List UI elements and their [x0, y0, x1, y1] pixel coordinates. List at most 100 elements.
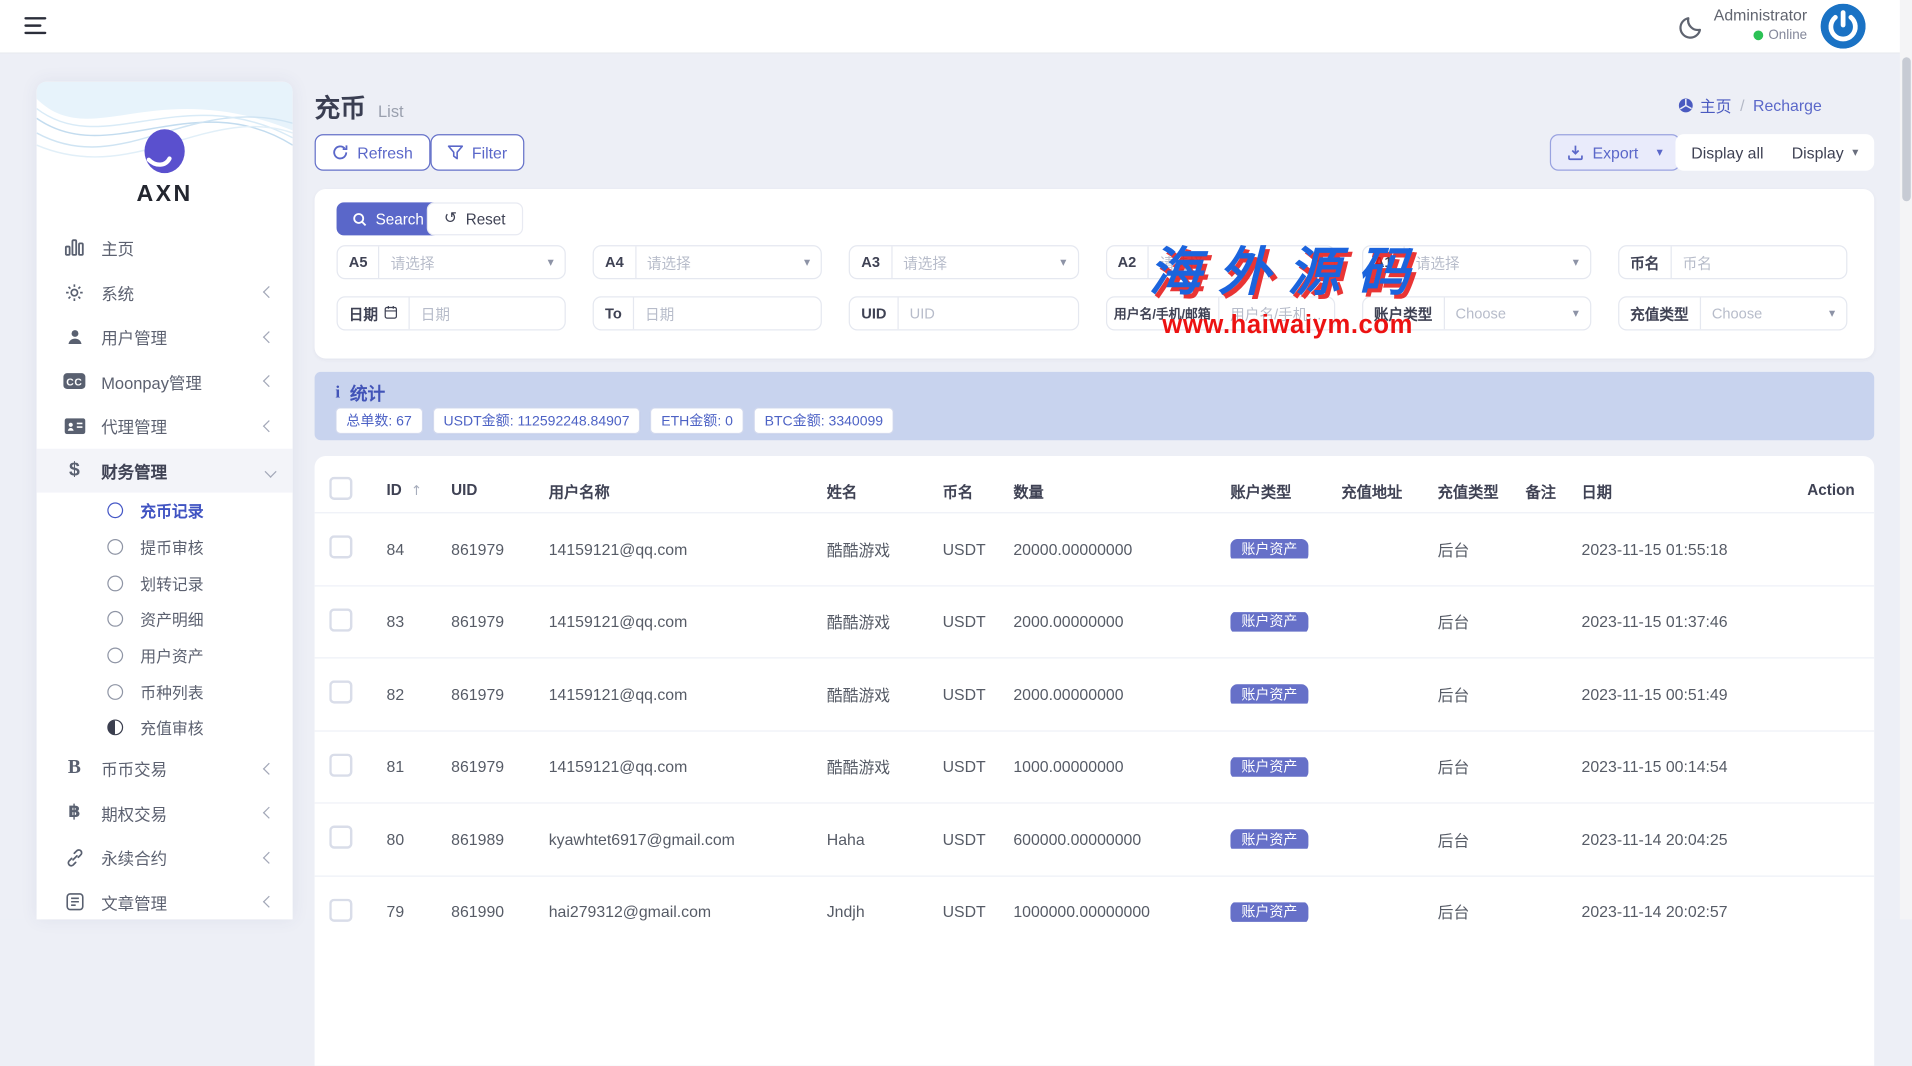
row-checkbox[interactable] [329, 826, 352, 849]
sidebar-item[interactable]: ฿ 期权交易 [37, 791, 293, 836]
sidebar-item[interactable]: 代理管理 [37, 404, 293, 449]
table-row: 80 861989 kyawhtet6917@gmail.com Haha US… [315, 802, 1875, 875]
stat-chip: 总单数: 67 [335, 407, 422, 434]
breadcrumb-current[interactable]: Recharge [1753, 96, 1822, 114]
sidebar-item[interactable]: 充币记录 [37, 493, 293, 529]
cell-name: Jndjh [827, 903, 943, 921]
stats-chips: 总单数: 67 USDT金额: 112592248.84907 ETH金额: 0… [335, 407, 894, 434]
sidebar-item[interactable]: 用户资产 [37, 637, 293, 673]
refresh-button[interactable]: Refresh [315, 134, 430, 171]
scrollbar-thumb[interactable] [1902, 57, 1911, 201]
filter-field[interactable]: 请选择 ▾ [1148, 246, 1333, 278]
chevron-down-icon: ▾ [1568, 307, 1579, 320]
row-checkbox[interactable] [329, 608, 352, 631]
cell-amount: 2000.00000000 [1013, 612, 1230, 630]
sidebar-item[interactable]: 划转记录 [37, 565, 293, 601]
row-checkbox[interactable] [329, 898, 352, 921]
column-header[interactable]: 用户名称 [549, 479, 827, 502]
column-header[interactable]: 充值类型 [1438, 479, 1526, 502]
column-header[interactable]: 数量 [1013, 479, 1230, 502]
undo-icon: ↺ [444, 210, 457, 228]
filter-label: A5 [338, 246, 380, 278]
cell-coin: USDT [943, 540, 1014, 558]
sidebar-item-icon [63, 239, 85, 256]
sidebar-item[interactable]: 提币审核 [37, 529, 293, 565]
sidebar-item[interactable]: 资产明细 [37, 601, 293, 637]
sidebar-item[interactable]: 用户管理 [37, 315, 293, 360]
dark-mode-moon-icon[interactable] [1678, 13, 1705, 40]
brand-logo-icon [139, 126, 190, 177]
filter-field[interactable]: 请选择 ▾ [1405, 246, 1590, 278]
reset-button[interactable]: ↺ Reset [427, 202, 523, 235]
column-header[interactable]: 日期 [1582, 479, 1808, 502]
column-header[interactable]: Action [1807, 482, 1874, 499]
sort-ascending-icon[interactable]: ↑ [411, 483, 422, 499]
row-select-cell [329, 681, 386, 708]
sidebar-item[interactable]: 充值审核 [37, 710, 293, 746]
display-button[interactable]: Display ▾ [1792, 143, 1859, 161]
sidebar-item[interactable]: CC Moonpay管理 [37, 359, 293, 404]
sidebar-item[interactable]: 币种列表 [37, 674, 293, 710]
hamburger-menu-icon[interactable] [24, 17, 46, 34]
column-header[interactable]: 充值地址 [1341, 479, 1437, 502]
export-button[interactable]: Export ▾ [1550, 134, 1680, 171]
filter-field[interactable]: UID [899, 298, 1078, 330]
breadcrumb-home-link[interactable]: 主页 [1678, 94, 1732, 117]
row-checkbox[interactable] [329, 681, 352, 704]
select-all-checkbox[interactable] [329, 477, 352, 500]
table-row: 83 861979 14159121@qq.com 酷酷游戏 USDT 2000… [315, 585, 1875, 658]
filter-field[interactable]: 请选择 ▾ [892, 246, 1077, 278]
stat-chip: USDT金额: 112592248.84907 [433, 407, 641, 434]
column-header[interactable]: 币名 [943, 479, 1014, 502]
sidebar-item-icon [63, 283, 85, 303]
cell-recharge-type: 后台 [1438, 755, 1526, 778]
sidebar-item[interactable]: 永续合约 [37, 835, 293, 880]
row-checkbox[interactable] [329, 753, 352, 776]
filter-field[interactable]: 币名 [1672, 246, 1847, 278]
app-window: Administrator Online AXN 主页 系统 用户管理 [0, 0, 1912, 919]
account-type-badge: 账户资产 [1230, 612, 1308, 632]
sidebar-item[interactable]: B 币币交易 [37, 746, 293, 791]
cell-amount: 2000.00000000 [1013, 685, 1230, 703]
sidebar-item[interactable]: 系统 [37, 270, 293, 315]
filter-field[interactable]: 用户名/手机/邮箱 [1219, 298, 1333, 330]
page-subtitle: List [378, 102, 404, 120]
filter-placeholder: Choose [1456, 305, 1506, 322]
sidebar-item-icon [104, 539, 126, 555]
chevron-icon [263, 420, 275, 432]
column-header[interactable]: ID ↑ [387, 482, 452, 499]
display-all-button[interactable]: Display all [1691, 143, 1763, 161]
sidebar-item[interactable]: 文章管理 [37, 880, 293, 920]
column-header[interactable]: 账户类型 [1230, 479, 1341, 502]
filter-button[interactable]: Filter [430, 134, 524, 171]
refresh-icon [332, 144, 349, 161]
search-button[interactable]: Search [337, 202, 440, 235]
filter-group: 日期 日期 [337, 296, 566, 330]
sidebar-item-label: 用户管理 [101, 325, 167, 349]
filter-field[interactable]: 日期 [634, 298, 821, 330]
avatar[interactable] [1821, 4, 1866, 49]
filter-field[interactable]: 请选择 ▾ [380, 246, 565, 278]
row-checkbox[interactable] [329, 536, 352, 559]
cell-name: 酷酷游戏 [827, 610, 943, 633]
cell-coin: USDT [943, 612, 1014, 630]
column-header[interactable]: 姓名 [827, 479, 943, 502]
sidebar-item[interactable]: 主页 [37, 226, 293, 271]
cell-date: 2023-11-15 00:14:54 [1582, 758, 1808, 776]
filter-field[interactable]: 请选择 ▾ [636, 246, 821, 278]
sidebar-item[interactable]: $ 财务管理 [37, 448, 293, 493]
filter-field[interactable]: 日期 [410, 298, 565, 330]
filter-label: 日期 [338, 298, 410, 330]
filter-group: A4 请选择 ▾ [593, 245, 822, 279]
table-header-row: ID ↑ UID 用户名称 姓名 币名 数量 账户类型 充值地址 充值类型 备注 [315, 468, 1875, 512]
column-header[interactable]: 备注 [1525, 479, 1581, 502]
filter-field[interactable]: Choose ▾ [1701, 298, 1846, 330]
column-header[interactable]: UID [451, 482, 549, 499]
filter-group: A5 请选择 ▾ [337, 245, 566, 279]
chevron-icon [265, 466, 277, 478]
filter-field[interactable]: Choose ▾ [1445, 298, 1590, 330]
cell-id: 83 [387, 612, 452, 630]
filter-row-2: 日期 日期 To 日期 UID UID 用户名/手机/邮箱 [337, 296, 1848, 330]
cell-name: 酷酷游戏 [827, 537, 943, 560]
filter-label: To [594, 298, 634, 330]
